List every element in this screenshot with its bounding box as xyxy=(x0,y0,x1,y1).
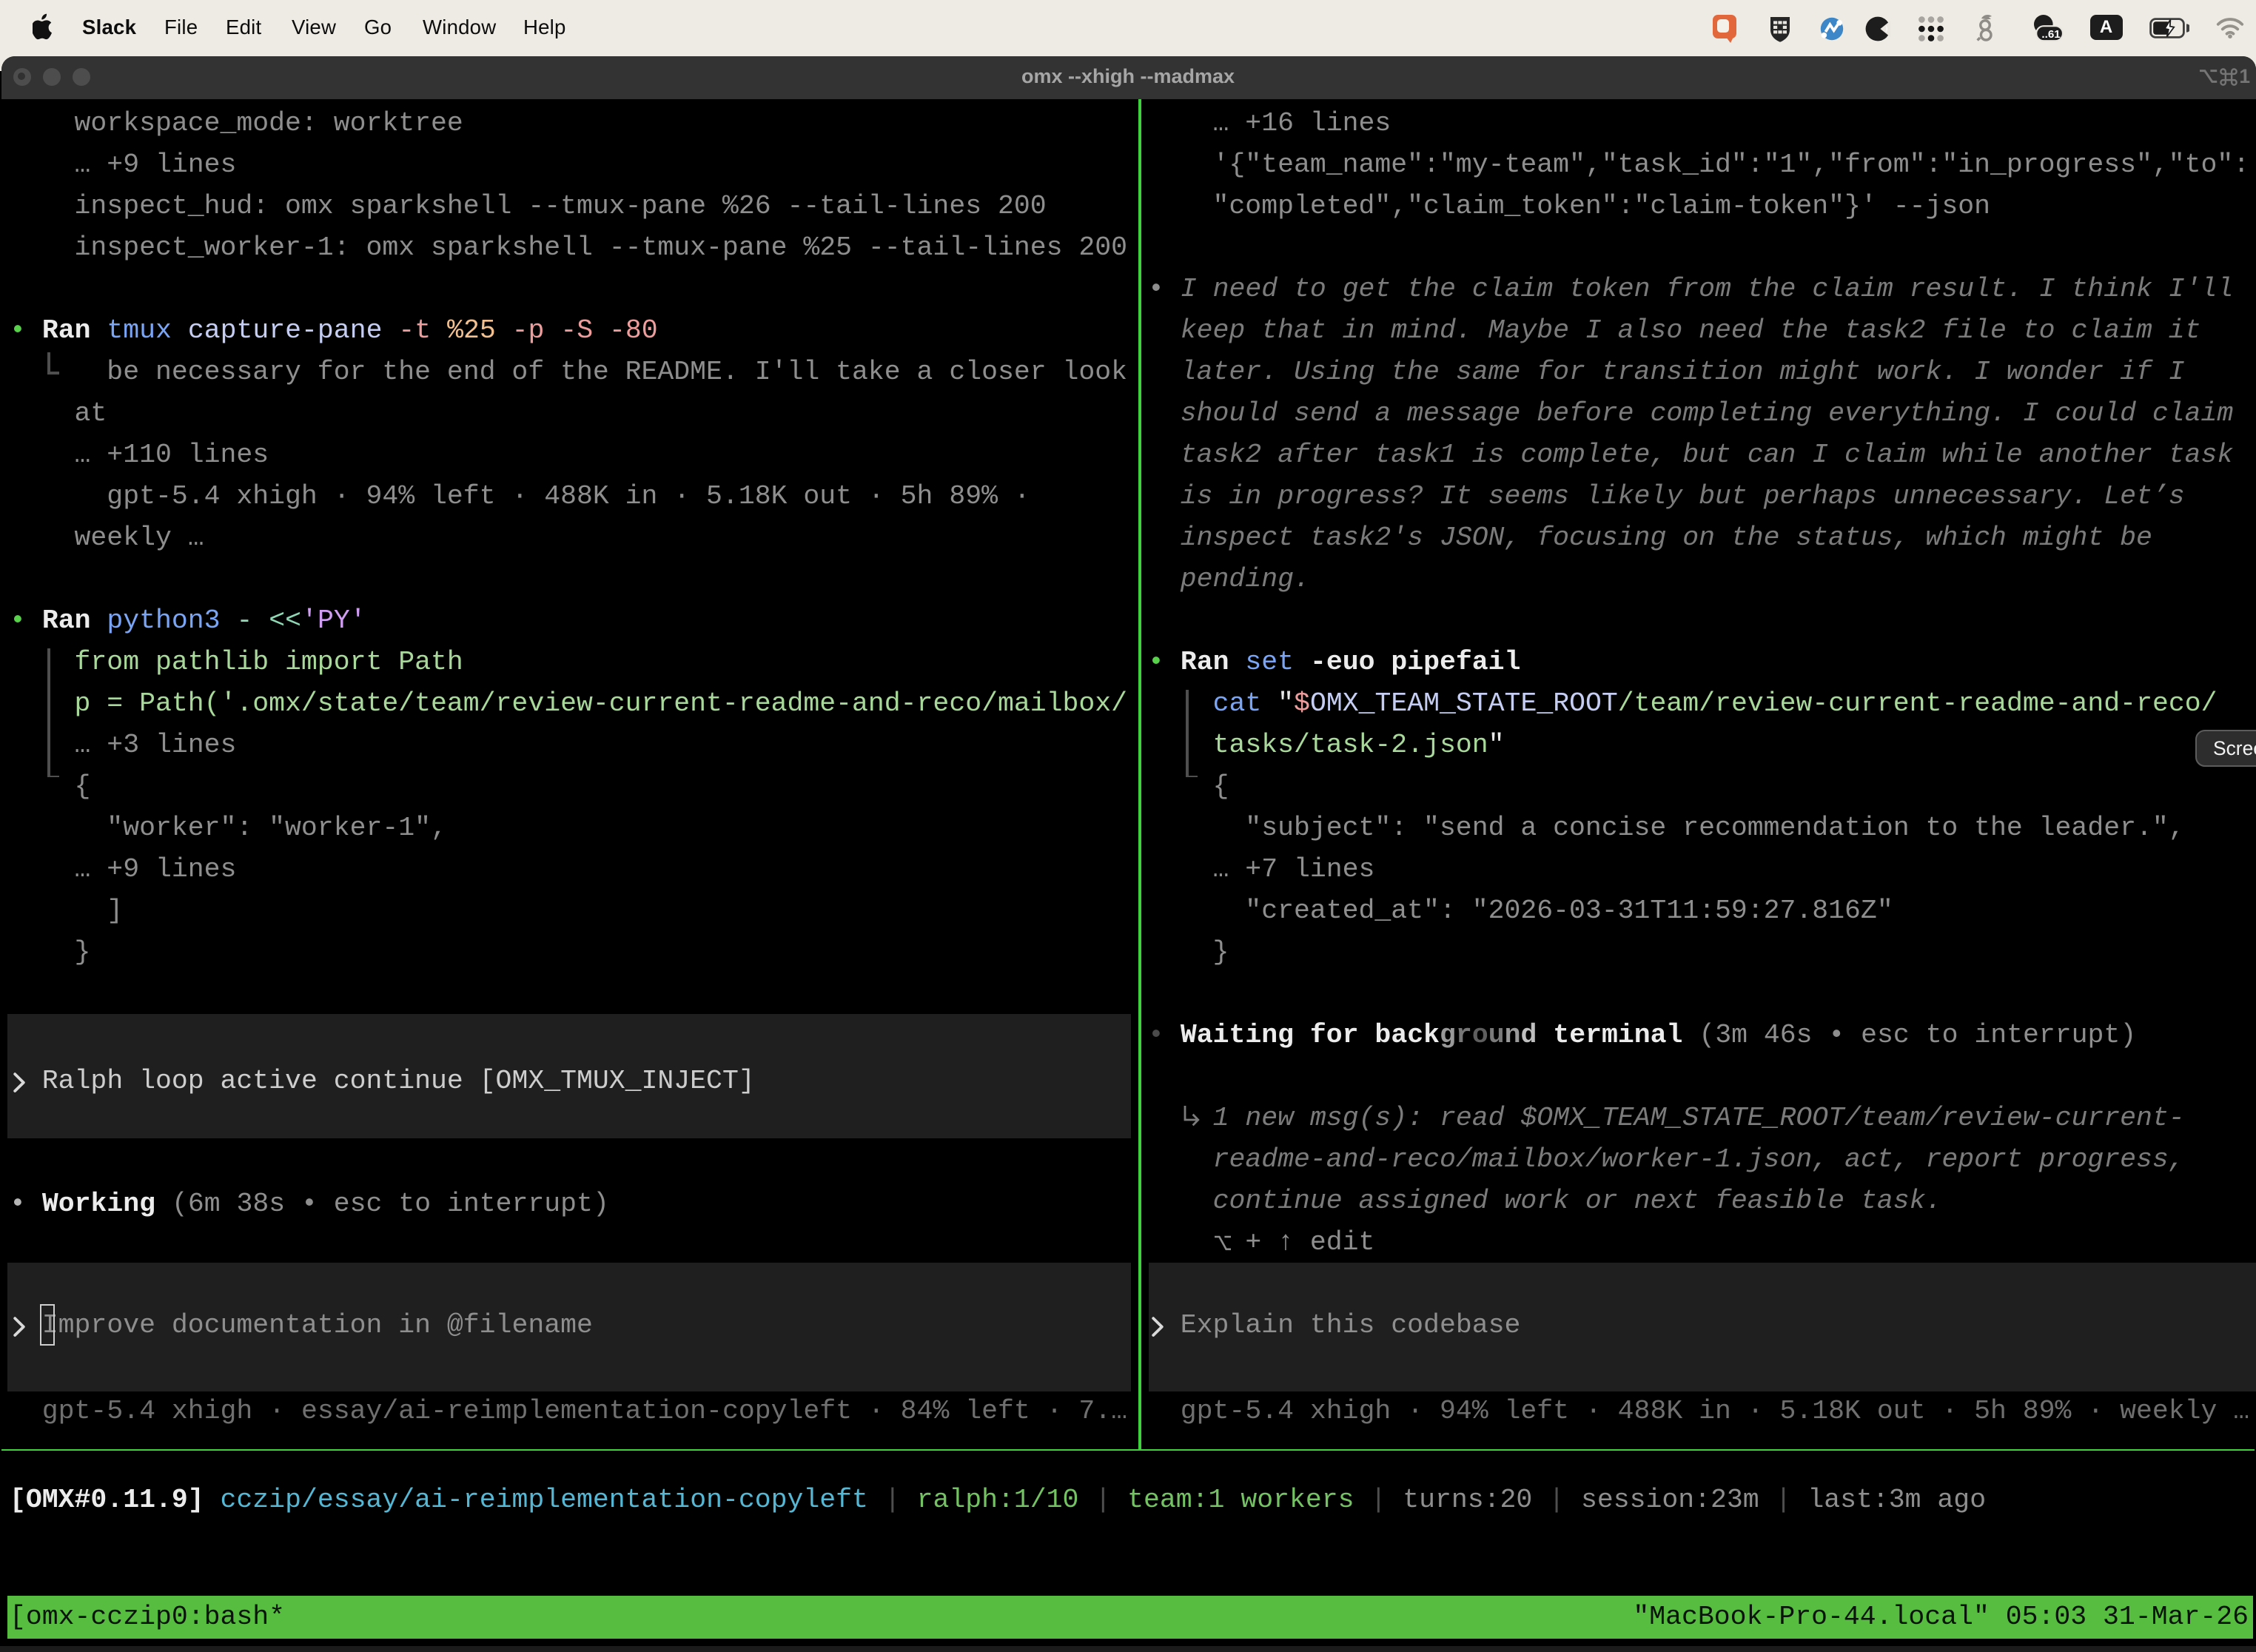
svg-text:..61: ..61 xyxy=(2041,28,2060,41)
